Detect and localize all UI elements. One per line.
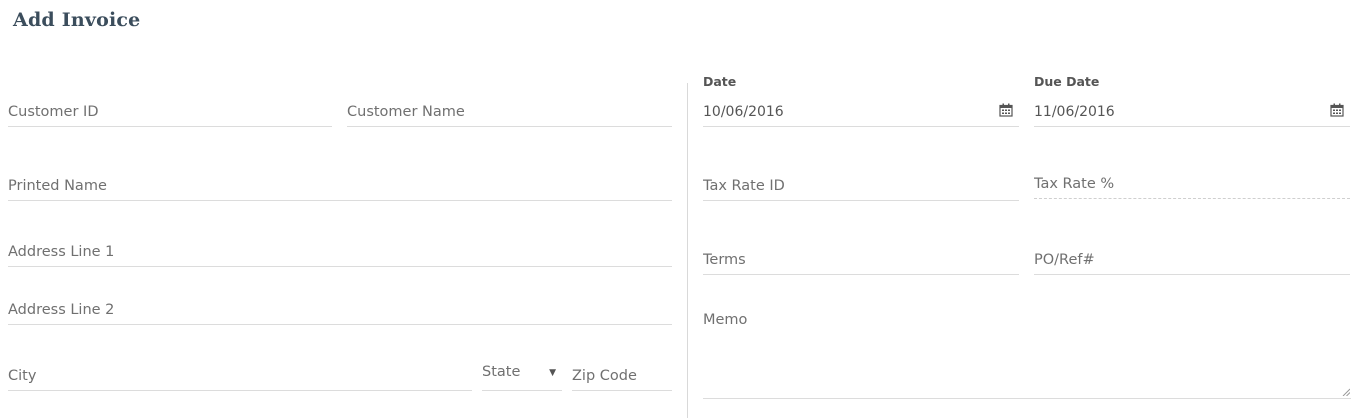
tax-rate-pct-field <box>1034 166 1350 199</box>
date-input[interactable] <box>703 104 1019 120</box>
customer-id-input[interactable] <box>8 104 332 120</box>
date-label: Date <box>703 74 737 89</box>
city-field <box>8 356 472 391</box>
memo-textarea[interactable] <box>703 302 1351 398</box>
calendar-icon[interactable] <box>1330 103 1344 117</box>
address-line-1-input[interactable] <box>8 244 672 260</box>
terms-input[interactable] <box>703 252 1019 268</box>
date-field <box>703 92 1019 127</box>
tax-rate-id-field <box>703 166 1019 201</box>
page-title: Add Invoice <box>13 9 141 31</box>
tax-rate-pct-input[interactable] <box>1034 176 1350 192</box>
due-date-input[interactable] <box>1034 104 1350 120</box>
memo-field <box>703 302 1351 399</box>
address-line-2-field <box>8 290 672 325</box>
address-line-1-field <box>8 232 672 267</box>
resize-grip-icon[interactable] <box>1342 388 1350 396</box>
zip-code-input[interactable] <box>572 368 672 384</box>
address-line-2-input[interactable] <box>8 302 672 318</box>
state-select[interactable]: State ▼ <box>482 356 562 391</box>
state-select-value: State ▼ <box>482 364 562 380</box>
po-ref-field <box>1034 240 1350 275</box>
column-divider <box>687 83 688 418</box>
caret-down-icon: ▼ <box>549 368 556 378</box>
calendar-icon[interactable] <box>999 103 1013 117</box>
printed-name-input[interactable] <box>8 178 672 194</box>
city-input[interactable] <box>8 368 472 384</box>
terms-field <box>703 240 1019 275</box>
add-invoice-page: Add Invoice State ▼ Date <box>0 0 1364 418</box>
due-date-label: Due Date <box>1034 74 1100 89</box>
zip-code-field <box>572 356 672 391</box>
due-date-field <box>1034 92 1350 127</box>
printed-name-field <box>8 166 672 201</box>
customer-id-field <box>8 92 332 127</box>
tax-rate-id-input[interactable] <box>703 178 1019 194</box>
po-ref-input[interactable] <box>1034 252 1350 268</box>
customer-name-input[interactable] <box>347 104 672 120</box>
state-selected-label: State <box>482 364 521 380</box>
customer-name-field <box>347 92 672 127</box>
